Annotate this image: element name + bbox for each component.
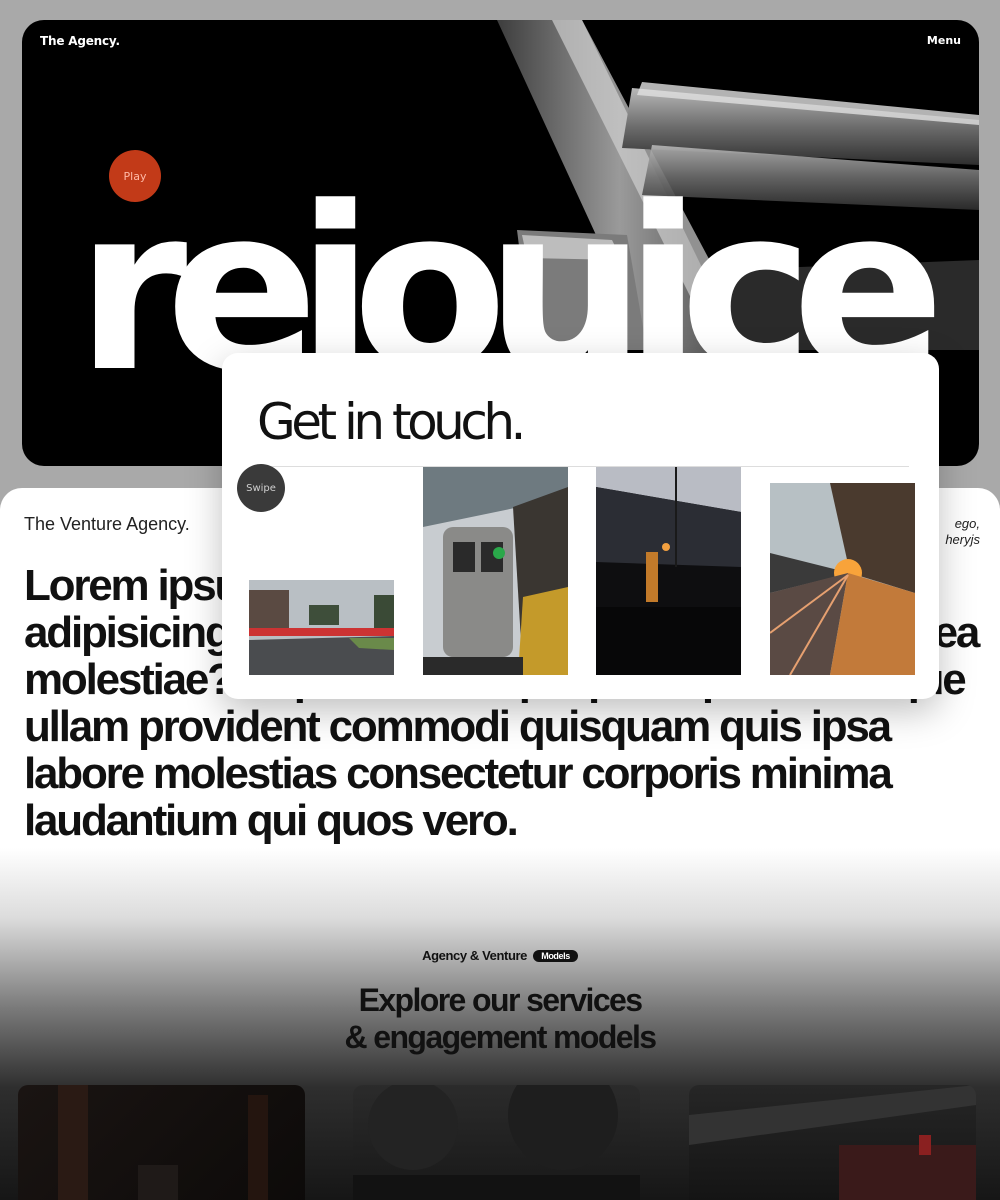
divider	[257, 466, 909, 467]
station-dusk-photo	[596, 467, 741, 675]
gallery-photo[interactable]	[770, 483, 915, 675]
services-heading-line: & engagement models	[344, 1019, 657, 1055]
service-card[interactable]	[689, 1085, 976, 1200]
street-photo	[249, 580, 394, 675]
services-tagline-text: Agency & Venture	[422, 948, 528, 963]
gallery-photo[interactable]	[249, 580, 394, 675]
side-note-line: heryjs	[945, 532, 980, 548]
venture-title: The Venture Agency.	[24, 514, 190, 534]
services-tagline: Agency & Venture Models	[0, 948, 1000, 963]
services-heading-line: Explore our services	[358, 982, 643, 1018]
subway-train-photo	[423, 467, 568, 675]
services-heading: Explore our services & engagement models	[0, 982, 1000, 1056]
service-card-image	[353, 1085, 640, 1200]
gallery-photo[interactable]	[596, 467, 741, 675]
service-card-image	[58, 1085, 268, 1200]
menu-button[interactable]: Menu	[927, 34, 961, 47]
contact-title: Get in touch.	[257, 393, 526, 451]
service-card[interactable]	[353, 1085, 640, 1200]
swipe-button[interactable]: Swipe	[237, 464, 285, 512]
brand-logo[interactable]: The Agency.	[40, 34, 120, 48]
contact-card[interactable]: Get in touch. Swipe	[222, 353, 939, 699]
side-note-line: ego,	[954, 516, 980, 531]
platform-sunset-photo	[770, 483, 915, 675]
side-note: ego, heryjs	[945, 516, 980, 549]
gallery-photo[interactable]	[423, 467, 568, 675]
service-card[interactable]	[18, 1085, 305, 1200]
service-card-image	[689, 1085, 976, 1200]
models-badge: Models	[533, 950, 578, 962]
